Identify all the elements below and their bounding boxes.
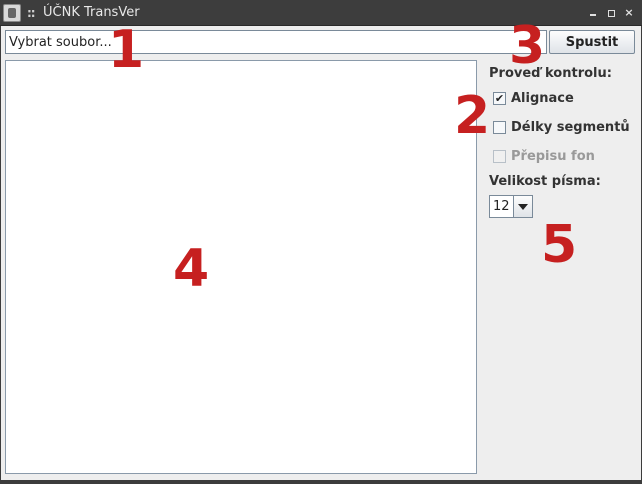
- run-button[interactable]: Spustit: [549, 30, 635, 54]
- grip-icon: ::: [27, 6, 36, 20]
- chevron-down-icon[interactable]: [513, 196, 532, 217]
- checkbox-icon[interactable]: [493, 121, 506, 134]
- maximize-icon[interactable]: [603, 5, 619, 21]
- checks-heading: Proveď kontrolu:: [489, 66, 612, 81]
- check-label: Alignace: [511, 91, 574, 106]
- checkbox-disabled-icon: [493, 150, 506, 163]
- minimize-icon[interactable]: [585, 5, 601, 21]
- window-title: ÚČNK TransVer: [43, 5, 140, 20]
- marker-2: 2: [454, 86, 491, 146]
- app-icon[interactable]: [3, 4, 21, 22]
- font-size-select[interactable]: 12: [489, 195, 533, 218]
- marker-4: 4: [173, 239, 210, 299]
- checkbox-checked-icon[interactable]: ✔: [493, 92, 506, 105]
- close-icon[interactable]: ×: [621, 5, 637, 21]
- check-label: Délky segmentů: [511, 120, 630, 135]
- font-size-value: 12: [493, 199, 510, 214]
- window-bottom-border: [0, 480, 642, 484]
- marker-3: 3: [509, 16, 546, 76]
- font-size-label: Velikost písma:: [489, 174, 601, 189]
- title-bar: :: ÚČNK TransVer ×: [0, 0, 642, 26]
- result-text-area[interactable]: [5, 60, 477, 474]
- check-label: Přepisu fon: [511, 149, 595, 164]
- file-path-input[interactable]: [5, 30, 547, 54]
- marker-1: 1: [108, 20, 145, 80]
- marker-5: 5: [541, 215, 578, 275]
